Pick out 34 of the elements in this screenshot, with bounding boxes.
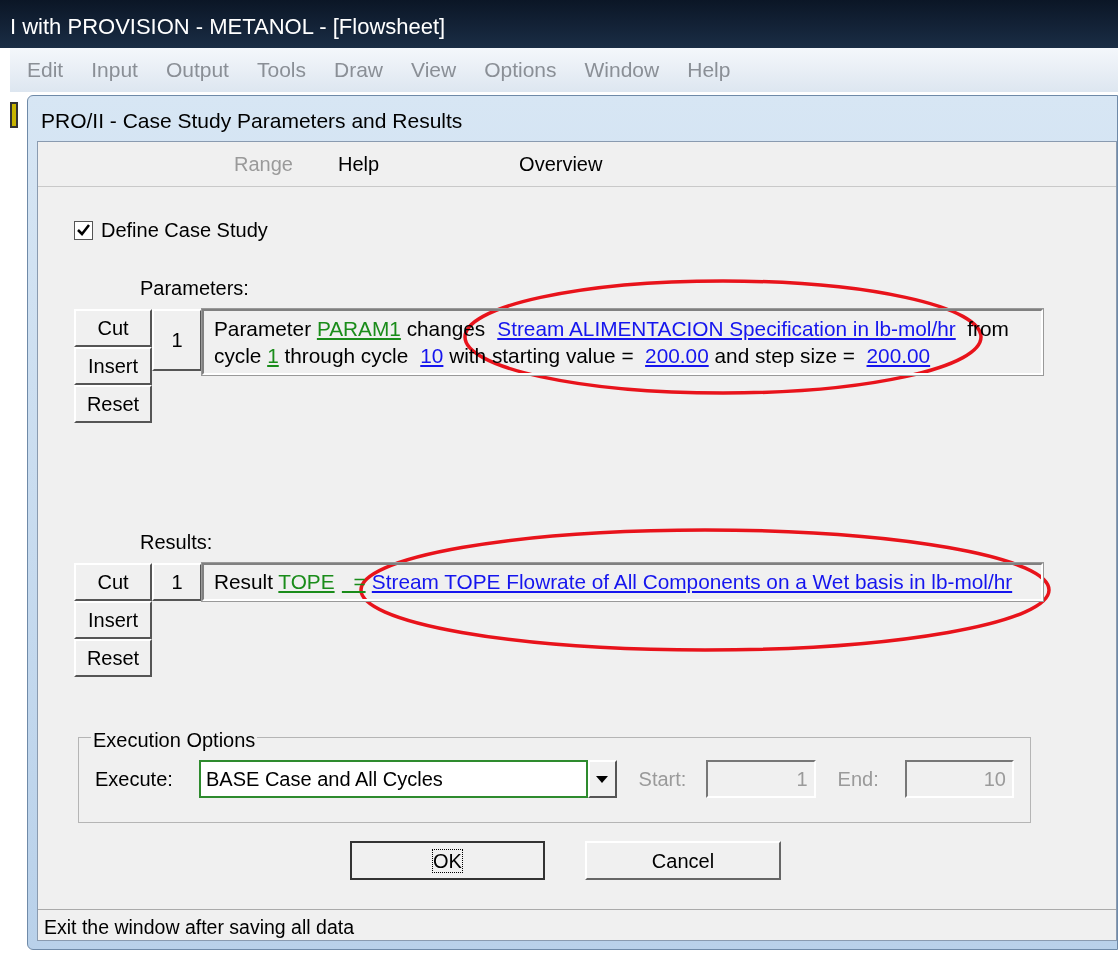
variable-link[interactable]: 1 xyxy=(267,344,279,368)
menu-item[interactable]: Help xyxy=(337,149,380,179)
toolbar-icon[interactable] xyxy=(10,102,18,128)
field-label: Execute: xyxy=(95,767,174,792)
variable-link[interactable]: TOPE xyxy=(278,570,335,593)
app-title: I with PROVISION - METANOL - [Flowsheet] xyxy=(0,0,1118,48)
row-index: 1 xyxy=(152,309,202,371)
value-link[interactable]: 200.00 xyxy=(866,344,931,368)
section-label: Parameters: xyxy=(139,276,250,301)
row-button[interactable]: Reset xyxy=(74,639,152,677)
row-button[interactable]: Cut xyxy=(74,563,152,601)
value-link[interactable]: 10 xyxy=(420,344,444,368)
checkbox[interactable] xyxy=(74,220,93,240)
variable-link[interactable]: PARAM1 xyxy=(316,317,401,340)
row-button[interactable]: Insert xyxy=(74,347,152,385)
section-label: Results: xyxy=(139,530,214,555)
menu-item[interactable]: Overview xyxy=(519,149,603,179)
value-link[interactable]: Stream TOPE Flowrate of All Components on a Wet basis in lb-mol/hr xyxy=(371,570,1013,593)
execute-dropdown[interactable]: BASE Case and All Cycles xyxy=(199,760,588,798)
row-index: 1 xyxy=(152,563,202,601)
ok-button[interactable]: OK xyxy=(350,841,545,880)
value-link[interactable]: 200.00 xyxy=(645,344,709,368)
row-button[interactable]: Reset xyxy=(74,385,152,423)
field-label: End: xyxy=(837,767,879,792)
row-button[interactable]: Insert xyxy=(74,601,152,639)
definition-sentence: Result TOPE = Stream TOPE Flowrate of All Components on a Wet basis in lb-mol/hr xyxy=(202,563,1043,601)
checkbox-label: Define Case Study xyxy=(101,218,268,243)
variable-link[interactable]: = xyxy=(341,570,366,593)
cancel-button[interactable]: Cancel xyxy=(585,841,781,880)
value-link[interactable]: Stream ALIMENTACION Specification in lb-mol/hr xyxy=(497,317,956,340)
field-label: Start: xyxy=(638,767,687,792)
row-button[interactable]: Cut xyxy=(74,309,152,347)
status-text: Exit the window after saving all data xyxy=(38,909,1116,940)
dialog-title: PRO/II - Case Study Parameters and Results xyxy=(40,108,464,134)
